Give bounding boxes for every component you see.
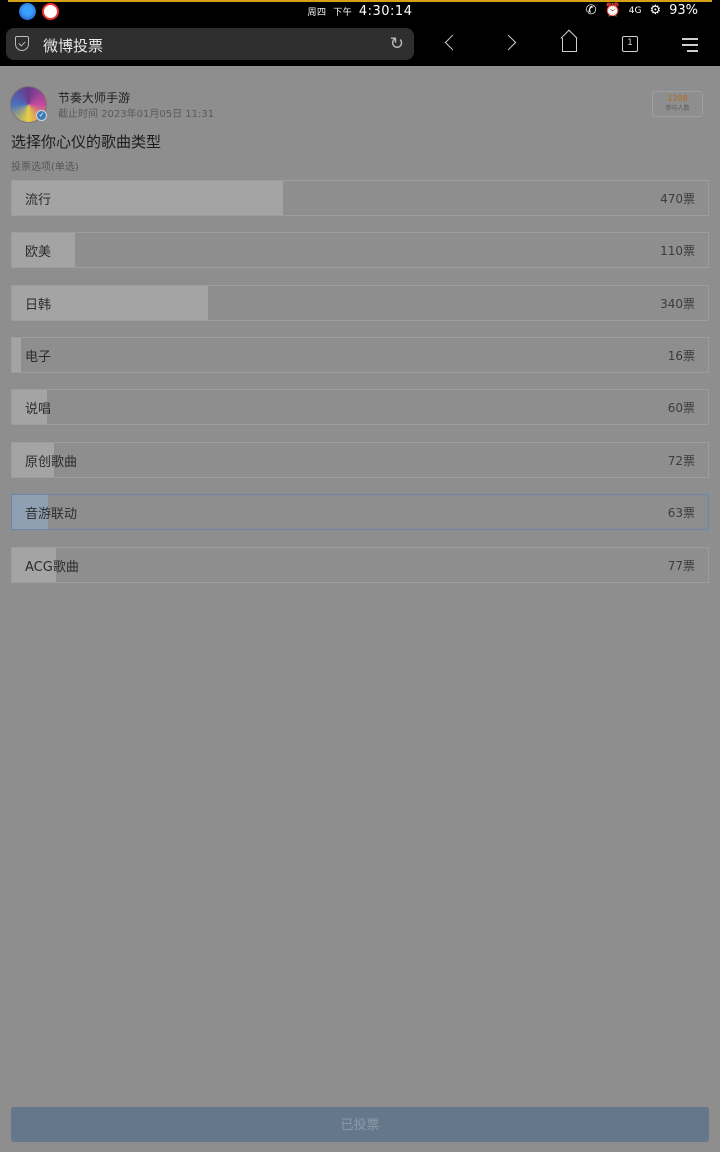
poll-option[interactable]: 说唱 60票 xyxy=(11,389,709,425)
shield-icon[interactable] xyxy=(15,36,29,51)
poll-option[interactable]: ACG歌曲 77票 xyxy=(11,547,709,583)
status-time: 4:30:14 xyxy=(358,4,413,19)
reload-icon[interactable]: ↻ xyxy=(390,34,404,54)
battery-icon: ⚙ xyxy=(649,3,662,18)
status-weekday: 周四 xyxy=(307,8,327,18)
option-votes: 340票 xyxy=(660,297,695,311)
tabs-icon[interactable]: 1 xyxy=(622,36,638,52)
participants-label: 参与人数 xyxy=(665,105,690,112)
poll-option[interactable]: 电子 16票 xyxy=(11,337,709,373)
option-votes: 60票 xyxy=(667,401,695,415)
option-label: 欧美 xyxy=(25,245,52,260)
call-icon: ✆ xyxy=(585,3,597,18)
option-label: 说唱 xyxy=(25,402,52,417)
status-indicators: ✆ ⏰ 4G ⚙ 93% xyxy=(586,3,698,18)
poll-option[interactable]: 音游联动 63票 xyxy=(11,494,709,530)
option-label: 电子 xyxy=(25,350,52,365)
status-ampm: 下午 xyxy=(333,8,353,18)
network-signal-icon: 4G xyxy=(628,5,642,16)
battery-percent: 93% xyxy=(669,3,698,18)
option-label: ACG歌曲 xyxy=(25,560,79,575)
participants-count: 1208 xyxy=(667,94,688,103)
option-label: 音游联动 xyxy=(25,507,78,522)
account-name[interactable]: 节奏大师手游 xyxy=(58,89,130,106)
browser-toolbar: 微博投票 ↻ xyxy=(0,26,720,66)
poll-subtitle: 投票选项(单选) xyxy=(11,162,79,173)
poll-option[interactable]: 流行 470票 xyxy=(11,180,709,216)
option-progress-bar xyxy=(12,181,283,215)
option-votes: 470票 xyxy=(660,192,695,206)
status-accent-line xyxy=(8,0,712,2)
poll-option[interactable]: 欧美 110票 xyxy=(11,232,709,268)
option-votes: 63票 xyxy=(667,506,695,520)
option-label: 日韩 xyxy=(25,298,52,313)
participants-badge: 1208 参与人数 xyxy=(652,91,703,117)
poll-page: ✓ 节奏大师手游 截止时间 2023年01月05日 11:31 1208 参与人… xyxy=(0,66,720,1152)
status-bar: 周四 下午 4:30:14 ✆ ⏰ 4G ⚙ 93% xyxy=(0,0,720,26)
voted-button[interactable]: 已投票 xyxy=(11,1107,709,1142)
option-votes: 77票 xyxy=(667,559,695,573)
option-votes: 16票 xyxy=(667,349,695,363)
home-icon[interactable] xyxy=(562,38,577,52)
option-progress-bar xyxy=(12,338,21,372)
option-label: 流行 xyxy=(25,193,52,208)
option-label: 原创歌曲 xyxy=(25,455,78,470)
verified-icon: ✓ xyxy=(36,110,47,121)
alarm-icon: ⏰ xyxy=(604,3,621,18)
menu-icon[interactable] xyxy=(682,38,698,52)
poll-option[interactable]: 日韩 340票 xyxy=(11,285,709,321)
poll-option[interactable]: 原创歌曲 72票 xyxy=(11,442,709,478)
poll-title: 选择你心仪的歌曲类型 xyxy=(11,133,162,151)
option-votes: 72票 xyxy=(667,454,695,468)
deadline-text: 截止时间 2023年01月05日 11:31 xyxy=(58,109,215,120)
address-bar[interactable]: 微博投票 ↻ xyxy=(6,28,414,60)
option-votes: 110票 xyxy=(660,244,695,258)
page-title[interactable]: 微博投票 xyxy=(43,35,103,56)
